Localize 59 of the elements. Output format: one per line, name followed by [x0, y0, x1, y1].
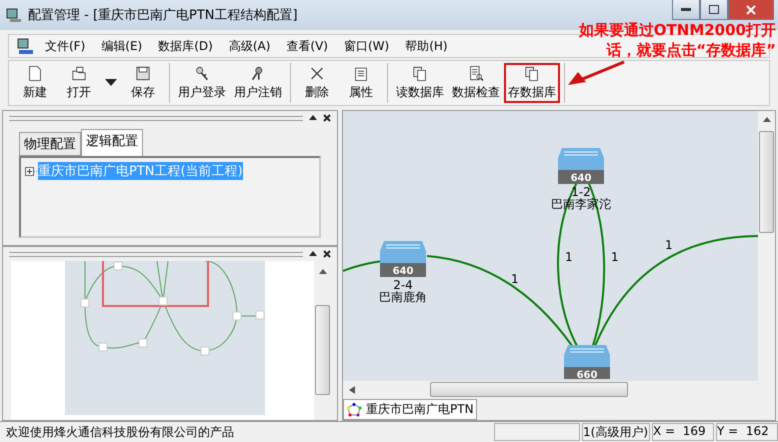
menu-item[interactable]: 帮助(H)	[397, 38, 456, 54]
network-device-icon[interactable]: 640	[558, 148, 604, 184]
link-label: 1	[611, 250, 619, 264]
pin-icon[interactable]	[309, 115, 317, 121]
maximize-icon	[709, 5, 719, 14]
close-icon[interactable]	[323, 250, 331, 258]
node-number: 1-2	[571, 186, 591, 198]
link-label: 1	[565, 250, 573, 264]
tab[interactable]: 物理配置	[19, 132, 81, 156]
toolbar-button[interactable]: 新建	[13, 63, 57, 103]
pin-icon[interactable]	[309, 251, 317, 257]
toolbar-button[interactable]: 读数据库	[392, 63, 448, 103]
menu-item[interactable]: 窗口(W)	[336, 38, 398, 54]
toolbar-button[interactable]: 存数据库	[504, 63, 560, 103]
model-label: 660	[576, 370, 598, 379]
scroll-left-icon[interactable]	[349, 386, 355, 394]
minimize-button[interactable]	[672, 0, 700, 20]
scroll-up-icon[interactable]	[762, 117, 770, 123]
toolbar-button[interactable]: 删除	[295, 63, 339, 103]
scrollbar[interactable]	[314, 261, 331, 420]
scroll-up-icon[interactable]	[318, 269, 326, 275]
toolbar-button[interactable]: 属性	[339, 63, 383, 103]
toolbar-button[interactable]: 用户登录	[174, 63, 230, 103]
network-icon	[346, 402, 362, 416]
window-title: 配置管理 - [重庆市巴南广电PTN工程结构配置]	[28, 7, 298, 24]
toolbar-button[interactable]: 保存	[121, 63, 165, 103]
annotation-arrow	[566, 60, 626, 86]
menu-item[interactable]: 高级(A)	[220, 38, 278, 54]
status-message: 欢迎使用烽火通信科技股份有限公司的产品	[5, 424, 235, 440]
link-label: 1	[665, 238, 673, 252]
toolbar-button[interactable]: 数据检查	[448, 63, 504, 103]
tab[interactable]: 逻辑配置	[81, 129, 143, 156]
close-icon[interactable]	[323, 114, 331, 122]
toolbar-button[interactable]: 用户注销	[230, 63, 286, 103]
maximize-button[interactable]	[700, 0, 728, 20]
network-device-icon[interactable]: 660	[564, 345, 610, 379]
link-label: 1	[511, 272, 519, 286]
user-status: 1(高级用户)	[582, 423, 650, 441]
close-icon	[746, 4, 756, 14]
menu-item[interactable]: 查看(V)	[278, 38, 336, 54]
minimize-icon	[681, 8, 691, 12]
annotation-text: 如果要通过OTNM2000打开	[578, 20, 776, 40]
menu-item[interactable]: 文件(F)	[37, 38, 94, 54]
y-coordinate: Y = 162	[716, 423, 778, 441]
node-name: 巴南鹿角	[379, 291, 427, 303]
x-coordinate: X = 169	[652, 423, 714, 441]
expand-icon[interactable]	[25, 166, 37, 176]
close-button[interactable]	[728, 0, 774, 20]
document-tab[interactable]: 重庆市巴南广电PTN	[343, 399, 477, 420]
computer-icon	[6, 7, 22, 23]
node-number: 2-4	[393, 279, 413, 291]
menu-item[interactable]: 数据库(D)	[150, 38, 221, 54]
model-label: 640	[392, 266, 414, 277]
model-label: 640	[570, 173, 592, 184]
annotation-text: 话，就要点击“存数据库”	[606, 40, 776, 60]
menu-item[interactable]: 编辑(E)	[93, 38, 150, 54]
network-device-icon[interactable]: 640	[380, 241, 426, 277]
toolbar-button[interactable]: 打开	[57, 63, 101, 103]
caret-icon[interactable]	[105, 79, 117, 87]
